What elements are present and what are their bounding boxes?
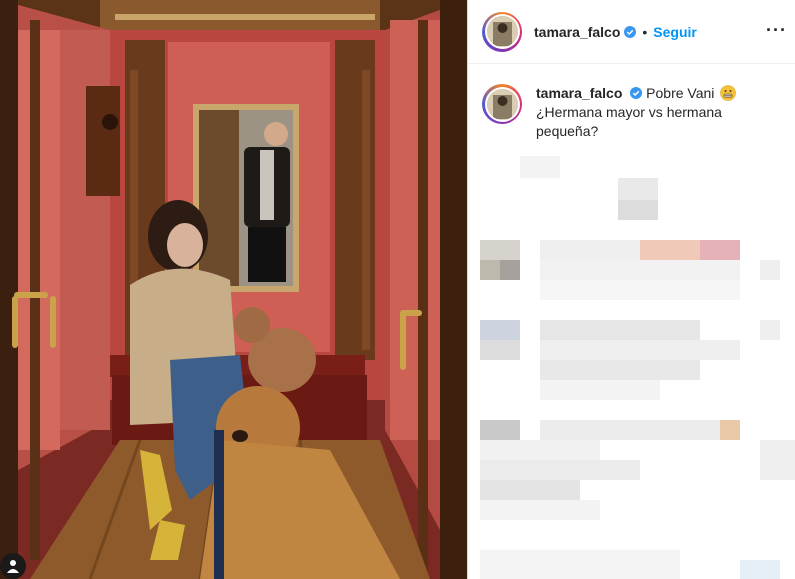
- caption-username[interactable]: tamara_falco: [536, 85, 622, 101]
- header-username[interactable]: tamara_falco: [534, 24, 620, 40]
- grimacing-face-emoji-icon: [720, 85, 737, 101]
- post-side-panel: tamara_falco • Seguir ··· tamara_falco P…: [468, 0, 795, 579]
- follow-button[interactable]: Seguir: [653, 24, 697, 40]
- profile-avatar-icon[interactable]: [0, 553, 26, 579]
- caption-story-ring[interactable]: [482, 84, 522, 124]
- more-options-icon[interactable]: ···: [766, 20, 787, 41]
- story-ring[interactable]: [482, 11, 522, 52]
- caption-verified-badge-icon: [630, 87, 643, 99]
- caption-line-2: ¿Hermana mayor vs hermana pequeña?: [536, 104, 722, 139]
- separator-dot: •: [642, 23, 648, 40]
- post-photo[interactable]: [0, 0, 467, 579]
- caption-avatar[interactable]: [486, 88, 518, 120]
- post-header: tamara_falco • Seguir ···: [468, 0, 795, 64]
- post-caption: tamara_falco Pobre Vani ¿Hermana mayor v…: [468, 64, 795, 141]
- elevator-photo: [0, 0, 467, 579]
- instagram-post: tamara_falco • Seguir ··· tamara_falco P…: [0, 0, 795, 579]
- avatar[interactable]: [486, 16, 518, 47]
- pixelated-comments: [468, 150, 795, 579]
- caption-line-1: Pobre Vani: [646, 85, 715, 101]
- verified-badge-icon: [624, 25, 637, 38]
- caption-text: tamara_falco Pobre Vani ¿Hermana mayor v…: [536, 84, 766, 141]
